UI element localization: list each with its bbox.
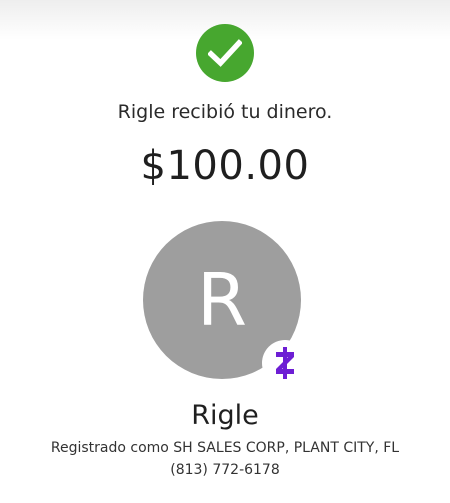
registered-business: Registrado como SH SALES CORP, PLANT CIT… bbox=[50, 440, 400, 456]
confirmation-message: Rigle recibió tu dinero. bbox=[117, 101, 333, 123]
avatar-initial: R bbox=[196, 258, 248, 342]
recipient-phone: (813) 772-6178 bbox=[170, 462, 280, 478]
recipient-name: Rigle bbox=[191, 400, 259, 431]
payment-confirmation-screen: Rigle recibió tu dinero. $100.00 R Rigle… bbox=[0, 0, 450, 503]
zelle-logo-icon bbox=[262, 340, 308, 386]
success-check-icon bbox=[196, 24, 254, 82]
payment-amount: $100.00 bbox=[140, 143, 310, 189]
